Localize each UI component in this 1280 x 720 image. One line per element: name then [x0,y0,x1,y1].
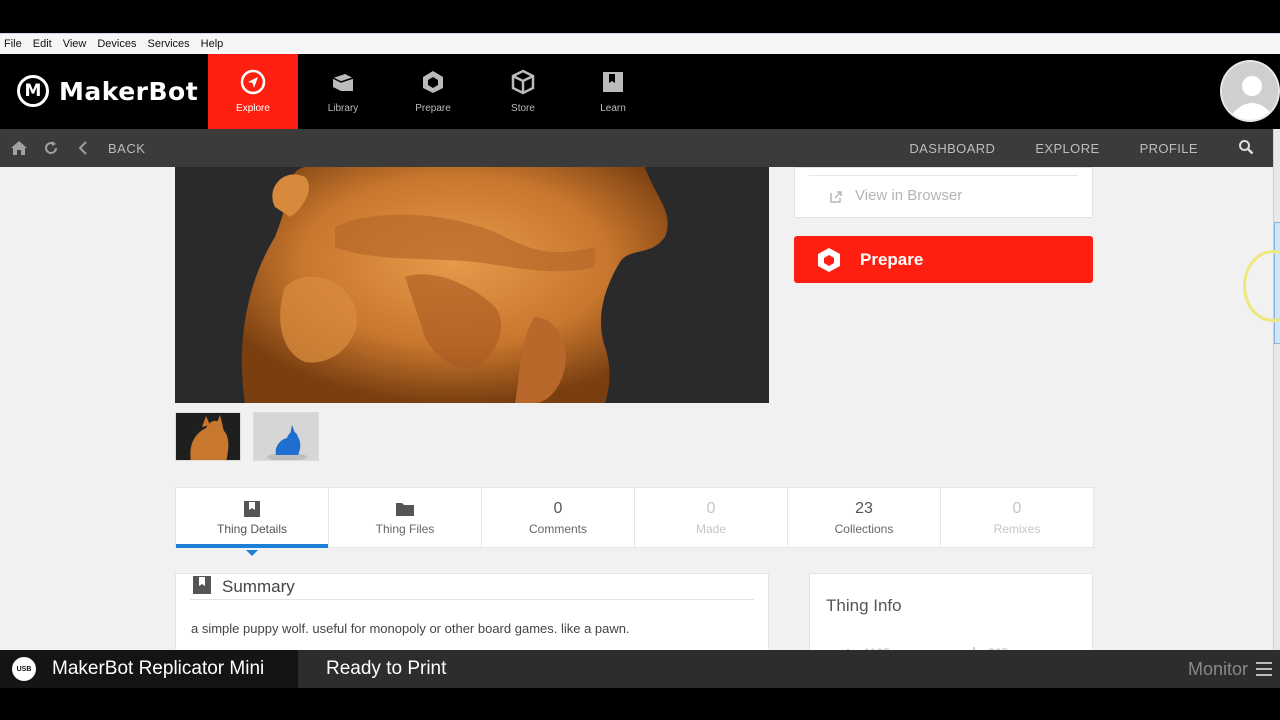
nav-tab-explore[interactable]: Explore [208,54,298,129]
thing-tabs: Thing Details Thing Files 0 Comments 0 M… [175,487,1094,556]
home-icon[interactable] [8,137,30,159]
top-nav: M MakerBot Explore Library Prepare Store… [0,54,1280,129]
nav-tab-label: Explore [236,103,270,114]
image-thumbnail[interactable] [253,412,319,461]
tab-label: Made [695,521,727,536]
tab-count: 0 [706,499,716,517]
tab-comments[interactable]: 0 Comments [482,488,635,547]
device-status-bar: USB MakerBot Replicator Mini Ready to Pr… [0,650,1280,688]
summary-title: Summary [222,576,295,596]
menu-edit[interactable]: Edit [29,38,59,50]
view-in-browser-card: View in Browser [794,167,1093,218]
user-avatar-icon [1232,76,1272,120]
tab-label: Thing Details [216,521,288,536]
tab-collections[interactable]: 23 Collections [788,488,941,547]
nav-tab-label: Learn [600,103,626,114]
monitor-button[interactable]: Monitor [1188,650,1272,688]
refresh-icon[interactable] [40,137,62,159]
nav-tab-label: Library [327,103,359,114]
prepare-icon [420,69,446,95]
prepare-button[interactable]: Prepare [794,236,1093,283]
view-in-browser-link[interactable]: View in Browser [855,187,962,204]
back-link[interactable]: BACK [108,141,145,156]
tab-label: Remixes [993,521,1041,536]
nav-tab-label: Prepare [415,103,451,114]
makerbot-logo-icon: M [17,75,49,107]
learn-icon [600,69,626,95]
tab-count: 0 [1012,499,1022,517]
compass-icon [240,69,266,95]
tab-label: Collections [834,521,894,536]
printer-status: Ready to Print [298,650,1280,688]
device-selector[interactable]: USB MakerBot Replicator Mini [0,650,298,688]
model-preview-image [175,167,769,403]
profile-link[interactable]: PROFILE [1140,141,1198,156]
dashboard-link[interactable]: DASHBOARD [909,141,995,156]
thing-page: View in Browser Prepare Thing Details Th… [0,167,1273,650]
bookmark-icon [243,500,261,518]
tab-count: 23 [855,499,873,517]
divider [190,599,754,600]
brand-name: MakerBot [59,76,199,106]
menu-devices[interactable]: Devices [93,38,143,50]
nav-tabs: Explore Library Prepare Store Learn [208,54,658,129]
scrollbar[interactable] [1273,129,1280,650]
back-chevron-icon[interactable] [72,137,94,159]
menu-file[interactable]: File [0,38,29,50]
hamburger-menu-icon [1256,662,1272,676]
nav-tab-label: Store [511,103,535,114]
printer-status-text: Ready to Print [326,658,447,679]
external-link-icon [829,190,843,209]
menu-bar: File Edit View Devices Services Help [0,33,1280,54]
user-avatar[interactable] [1220,60,1280,122]
bookmark-icon [192,574,212,599]
summary-card: Summary a simple puppy wolf. useful for … [175,573,769,650]
tab-thing-details[interactable]: Thing Details [176,488,329,556]
tab-thing-files[interactable]: Thing Files [329,488,482,547]
search-icon[interactable] [1238,139,1254,158]
nav-tab-learn[interactable]: Learn [568,54,658,129]
monitor-label: Monitor [1187,658,1248,679]
tab-label: Thing Files [375,521,435,536]
divider [809,175,1078,176]
device-name: MakerBot Replicator Mini [52,658,265,679]
summary-text: a simple puppy wolf. useful for monopoly… [191,621,630,636]
sub-nav: BACK DASHBOARD EXPLORE PROFILE [0,129,1280,167]
prepare-button-label: Prepare [860,249,924,269]
explore-link[interactable]: EXPLORE [1035,141,1099,156]
prepare-icon [816,247,842,273]
nav-tab-store[interactable]: Store [478,54,568,129]
tab-count: 0 [553,499,563,517]
usb-icon: USB [12,657,36,681]
menu-help[interactable]: Help [197,38,231,50]
nav-tab-prepare[interactable]: Prepare [388,54,478,129]
menu-view[interactable]: View [59,38,94,50]
image-thumbnail[interactable] [175,412,241,461]
folder-icon [395,500,415,518]
tab-made[interactable]: 0 Made [635,488,788,547]
store-icon [510,69,536,95]
thing-info-card: Thing Info 1195 365 [809,573,1093,650]
tab-remixes[interactable]: 0 Remixes [941,488,1093,547]
tab-label: Comments [528,521,587,536]
thing-info-title: Thing Info [826,596,902,615]
makerbot-logo[interactable]: M MakerBot [17,75,198,107]
library-icon [330,69,356,95]
menu-services[interactable]: Services [143,38,196,50]
nav-tab-library[interactable]: Library [298,54,388,129]
